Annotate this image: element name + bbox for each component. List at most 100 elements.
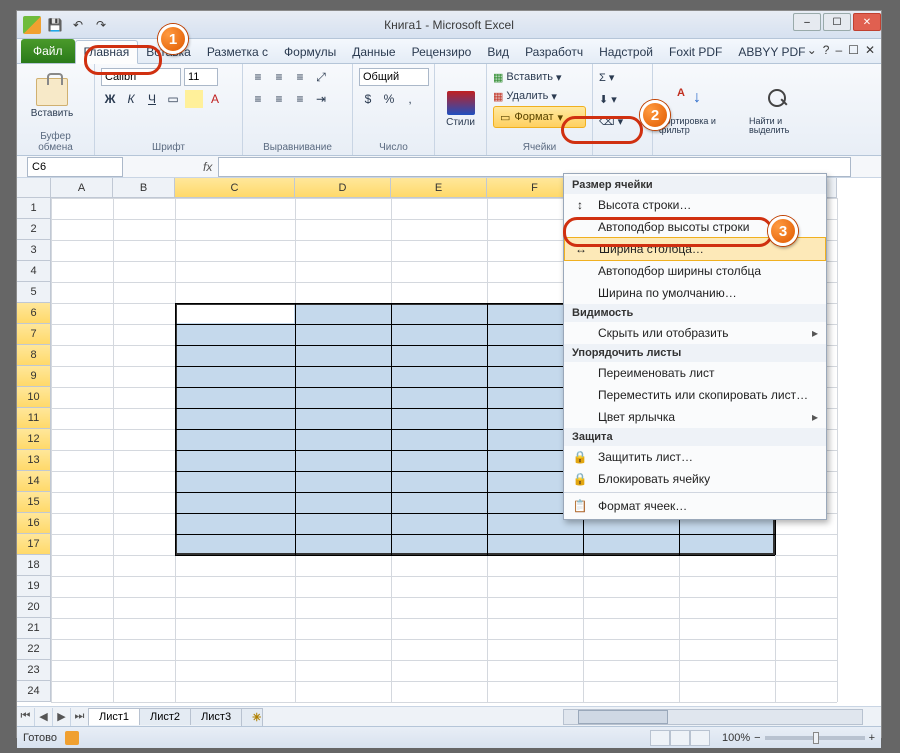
view-page-break-button[interactable] [690, 730, 710, 746]
row-header-11[interactable]: 11 [17, 408, 51, 429]
row-header-1[interactable]: 1 [17, 198, 51, 219]
menu-format-cells[interactable]: 📋Формат ячеек… [564, 495, 826, 517]
italic-button[interactable]: К [122, 90, 140, 108]
fill-color-button[interactable] [185, 90, 203, 108]
menu-default-width[interactable]: Ширина по умолчанию… [564, 282, 826, 304]
sheet-nav-next[interactable]: ▶ [53, 708, 71, 726]
styles-button[interactable]: Стили [441, 68, 480, 151]
redo-button[interactable]: ↷ [91, 15, 111, 35]
maximize-button[interactable]: ☐ [823, 13, 851, 31]
tab-data[interactable]: Данные [344, 41, 403, 63]
indent-button[interactable]: ⇥ [312, 90, 330, 108]
sheet-nav-prev[interactable]: ◀ [35, 708, 53, 726]
sheet-nav-first[interactable]: ⏮ [17, 708, 35, 726]
comma-button[interactable]: , [401, 90, 419, 108]
select-all-corner[interactable] [17, 178, 51, 198]
horizontal-scrollbar[interactable] [563, 709, 863, 725]
align-top-button[interactable]: ≡ [249, 68, 267, 86]
currency-button[interactable]: $ [359, 90, 377, 108]
menu-row-height[interactable]: ↕Высота строки… [564, 194, 826, 216]
align-bottom-button[interactable]: ≡ [291, 68, 309, 86]
menu-lock-cell[interactable]: 🔒Блокировать ячейку [564, 468, 826, 490]
row-header-6[interactable]: 6 [17, 303, 51, 324]
menu-move-copy-sheet[interactable]: Переместить или скопировать лист… [564, 384, 826, 406]
row-header-4[interactable]: 4 [17, 261, 51, 282]
menu-protect-sheet[interactable]: 🔒Защитить лист… [564, 446, 826, 468]
view-normal-button[interactable] [650, 730, 670, 746]
menu-autofit-column[interactable]: Автоподбор ширины столбца [564, 260, 826, 282]
tab-addins[interactable]: Надстрой [591, 41, 661, 63]
ribbon-collapse-icon[interactable]: ⌄ [807, 43, 817, 57]
undo-button[interactable]: ↶ [68, 15, 88, 35]
macro-record-icon[interactable] [65, 731, 79, 745]
name-box[interactable]: C6 [27, 157, 123, 177]
menu-rename-sheet[interactable]: Переименовать лист [564, 362, 826, 384]
workbook-minimize-icon[interactable]: – [835, 43, 842, 57]
sheet-tab-1[interactable]: Лист1 [88, 708, 140, 725]
row-header-18[interactable]: 18 [17, 555, 51, 576]
align-center-button[interactable]: ≡ [270, 90, 288, 108]
zoom-level[interactable]: 100% [722, 732, 750, 744]
row-header-24[interactable]: 24 [17, 681, 51, 702]
workbook-maximize-icon[interactable]: ☐ [848, 43, 859, 57]
zoom-slider[interactable] [765, 736, 865, 740]
fill-button[interactable]: ⬇ ▾ [599, 90, 646, 108]
help-icon[interactable]: ? [823, 43, 830, 57]
tab-abbyy-pdf[interactable]: ABBYY PDF [730, 41, 813, 63]
autosum-button[interactable]: Σ ▾ [599, 68, 646, 86]
cells-format-button[interactable]: ▭Формат▾ [493, 106, 586, 128]
zoom-out-button[interactable]: − [754, 732, 760, 744]
row-header-14[interactable]: 14 [17, 471, 51, 492]
column-header-E[interactable]: E [391, 178, 487, 198]
row-header-12[interactable]: 12 [17, 429, 51, 450]
column-header-A[interactable]: A [51, 178, 113, 198]
save-button[interactable]: 💾 [45, 15, 65, 35]
tab-file[interactable]: Файл [21, 39, 75, 63]
border-button[interactable]: ▭ [164, 90, 182, 108]
tab-developer[interactable]: Разработч [517, 41, 591, 63]
row-header-21[interactable]: 21 [17, 618, 51, 639]
orientation-button[interactable]: ⤢ [312, 68, 330, 86]
view-page-layout-button[interactable] [670, 730, 690, 746]
bold-button[interactable]: Ж [101, 90, 119, 108]
row-header-19[interactable]: 19 [17, 576, 51, 597]
paste-button[interactable]: Вставить [23, 68, 81, 129]
row-header-16[interactable]: 16 [17, 513, 51, 534]
align-middle-button[interactable]: ≡ [270, 68, 288, 86]
scroll-thumb[interactable] [578, 710, 668, 724]
menu-hide-unhide[interactable]: Скрыть или отобразить▸ [564, 322, 826, 344]
underline-button[interactable]: Ч [143, 90, 161, 108]
zoom-in-button[interactable]: + [869, 732, 875, 744]
tab-foxit-pdf[interactable]: Foxit PDF [661, 41, 730, 63]
cells-delete-button[interactable]: ▦Удалить▾ [493, 87, 586, 105]
row-header-15[interactable]: 15 [17, 492, 51, 513]
column-header-D[interactable]: D [295, 178, 391, 198]
menu-tab-color[interactable]: Цвет ярлычка▸ [564, 406, 826, 428]
row-header-20[interactable]: 20 [17, 597, 51, 618]
tab-home[interactable]: Главная [75, 40, 139, 64]
cells-insert-button[interactable]: ▦Вставить▾ [493, 68, 586, 86]
row-header-8[interactable]: 8 [17, 345, 51, 366]
workbook-close-icon[interactable]: ✕ [865, 43, 875, 57]
close-button[interactable]: ✕ [853, 13, 881, 31]
tab-review[interactable]: Рецензиро [404, 41, 480, 63]
row-header-2[interactable]: 2 [17, 219, 51, 240]
tab-formulas[interactable]: Формулы [276, 41, 344, 63]
font-size-dropdown[interactable]: 11 [184, 68, 218, 86]
column-header-B[interactable]: B [113, 178, 175, 198]
row-header-9[interactable]: 9 [17, 366, 51, 387]
tab-view[interactable]: Вид [479, 41, 517, 63]
zoom-slider-knob[interactable] [813, 732, 819, 744]
sheet-tab-new[interactable]: ✳ [241, 708, 263, 726]
row-header-5[interactable]: 5 [17, 282, 51, 303]
row-headers[interactable]: 123456789101112131415161718192021222324 [17, 198, 51, 702]
minimize-button[interactable]: – [793, 13, 821, 31]
row-header-17[interactable]: 17 [17, 534, 51, 555]
sheet-tab-3[interactable]: Лист3 [190, 708, 242, 725]
row-header-10[interactable]: 10 [17, 387, 51, 408]
row-header-22[interactable]: 22 [17, 639, 51, 660]
row-header-3[interactable]: 3 [17, 240, 51, 261]
percent-button[interactable]: % [380, 90, 398, 108]
sheet-nav-last[interactable]: ⏭ [71, 708, 89, 726]
font-name-dropdown[interactable]: Calibri [101, 68, 181, 86]
